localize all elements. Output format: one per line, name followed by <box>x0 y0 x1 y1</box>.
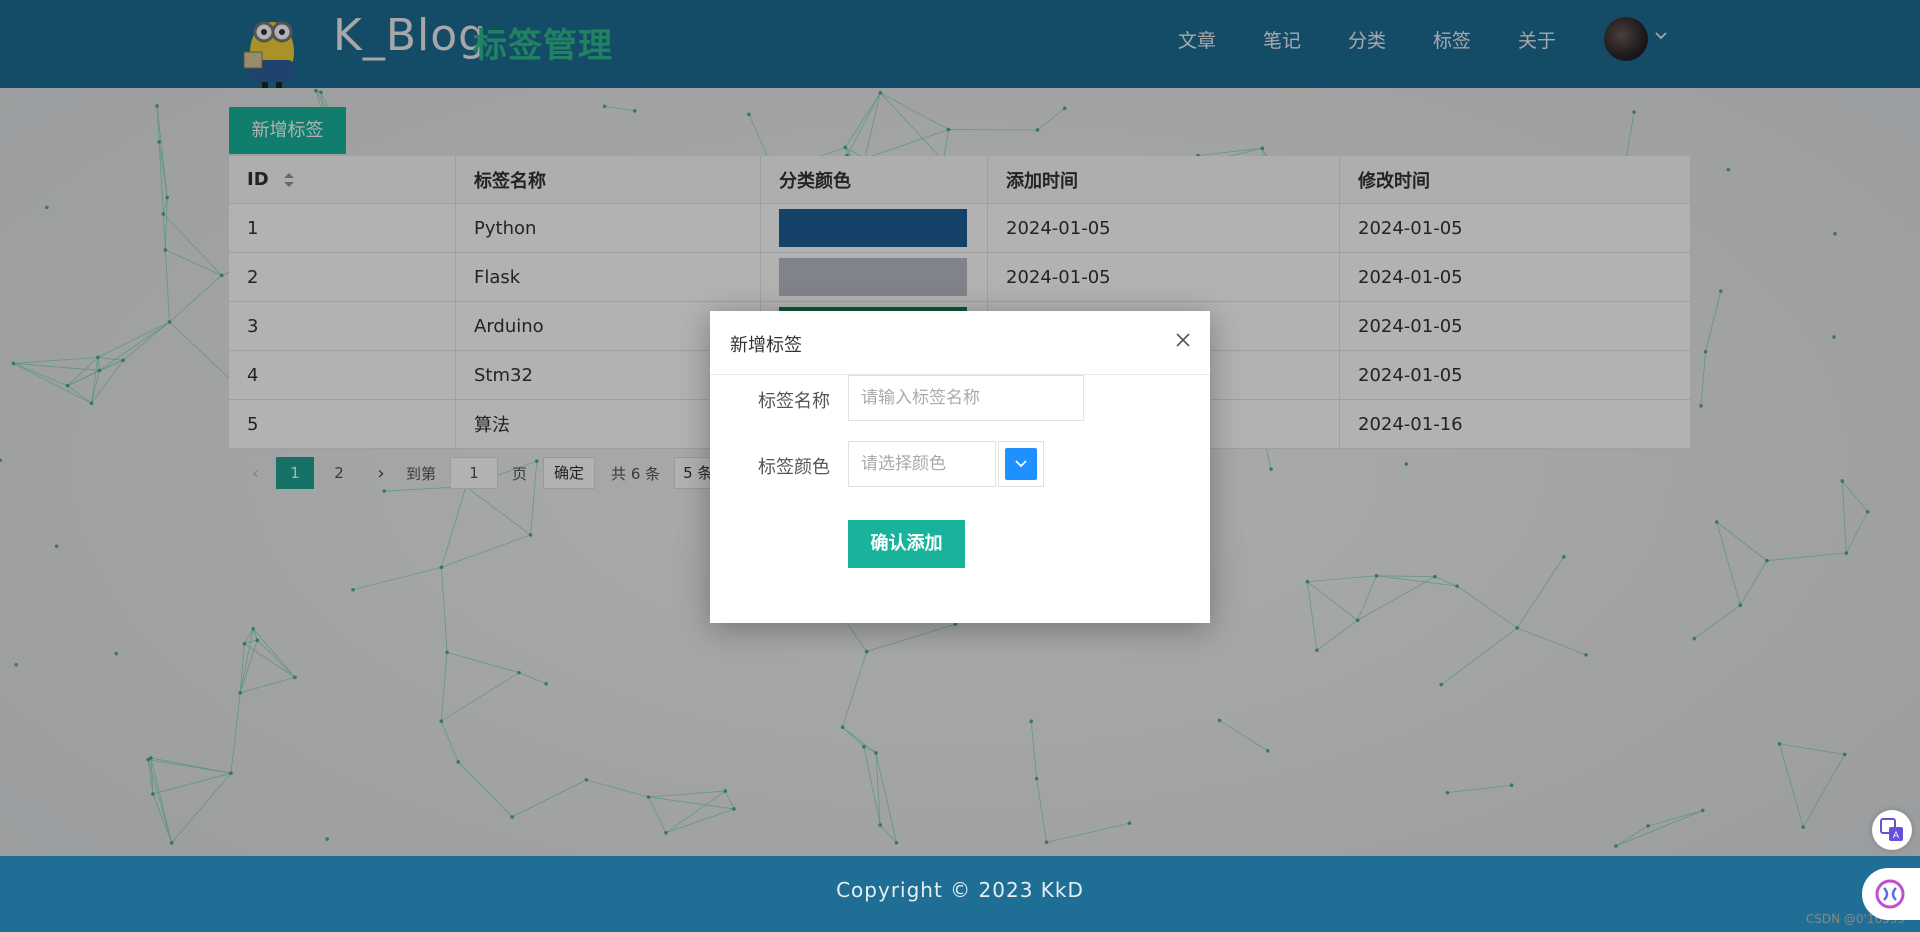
tag-name-label: 标签名称 <box>758 391 830 412</box>
add-tag-dialog: 新增标签 标签名称 标签颜色 确认添加 <box>710 311 1210 623</box>
ai-assistant-icon[interactable] <box>1862 868 1920 920</box>
svg-text:A: A <box>1893 831 1900 841</box>
copyright-text: Copyright © 2023 KkD <box>836 878 1084 902</box>
dialog-title: 新增标签 <box>730 335 802 356</box>
tag-color-input[interactable] <box>848 441 996 487</box>
color-picker-button[interactable] <box>998 441 1044 487</box>
chevron-down-icon <box>1015 460 1027 468</box>
color-picker-swatch <box>1005 448 1037 480</box>
tag-name-input[interactable] <box>848 375 1084 421</box>
footer: Copyright © 2023 KkD CSDN @0'16599 <box>0 856 1920 932</box>
translate-icon[interactable]: A <box>1872 810 1912 850</box>
close-icon[interactable] <box>1174 331 1192 349</box>
tag-color-label: 标签颜色 <box>758 457 830 478</box>
form-row-color: 标签颜色 <box>710 441 1210 487</box>
form-row-name: 标签名称 <box>710 375 1210 421</box>
brain-icon <box>1875 879 1905 909</box>
confirm-add-button[interactable]: 确认添加 <box>848 520 965 568</box>
translate-glyph-icon: A <box>1880 818 1903 841</box>
dialog-header: 新增标签 <box>710 311 1210 375</box>
